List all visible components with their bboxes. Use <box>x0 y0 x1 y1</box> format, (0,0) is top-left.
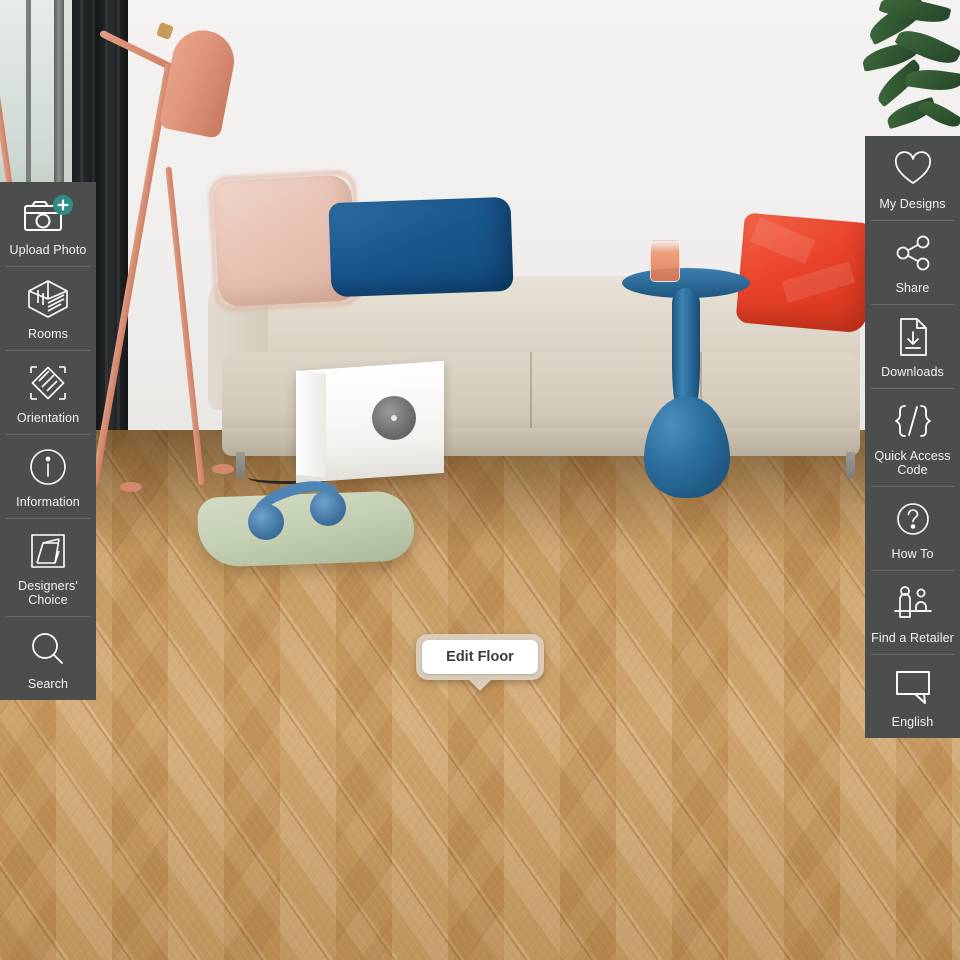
sidebar-item-label: Find a Retailer <box>871 631 954 645</box>
sidebar-item-language[interactable]: English <box>865 654 960 738</box>
code-braces-icon <box>889 399 937 443</box>
sofa-seam <box>530 352 532 436</box>
room-photo-canvas[interactable] <box>0 0 960 960</box>
house-plant <box>860 0 960 150</box>
juice-glass <box>650 240 680 282</box>
record-sleeve-flap <box>296 370 326 478</box>
sidebar-item-information[interactable]: Information <box>0 434 96 518</box>
sidebar-item-label: Quick Access Code <box>874 449 951 477</box>
sidebar-item-label: Search <box>27 677 69 691</box>
edit-floor-callout: Edit Floor <box>416 634 544 691</box>
sidebar-item-label: Downloads <box>881 365 944 379</box>
sidebar-item-label: Information <box>16 495 80 509</box>
retail-counter-icon <box>889 581 937 625</box>
sidebar-item-label: Share <box>895 281 930 295</box>
pillow-blue <box>328 196 514 298</box>
download-document-icon <box>893 315 933 359</box>
info-circle-icon <box>27 445 69 489</box>
designers-choice-icon <box>27 529 69 573</box>
sofa-leg <box>236 452 245 478</box>
lamp-foot <box>212 464 234 474</box>
floor-herringbone-pattern <box>0 430 960 960</box>
sofa-leg <box>846 452 855 478</box>
sidebar-item-how-to[interactable]: How To <box>865 486 960 570</box>
app-root: Upload Photo Rooms Orientation Informati… <box>0 0 960 960</box>
left-toolbar: Upload Photo Rooms Orientation Informati… <box>0 182 96 700</box>
sidebar-item-rooms[interactable]: Rooms <box>0 266 96 350</box>
sidebar-item-search[interactable]: Search <box>0 616 96 700</box>
callout-pointer <box>469 680 491 691</box>
sidebar-item-label: Orientation <box>16 411 80 425</box>
sidebar-item-label: Rooms <box>27 327 69 341</box>
sidebar-item-upload-photo[interactable]: Upload Photo <box>0 182 96 266</box>
sidebar-item-designers-choice[interactable]: Designers' Choice <box>0 518 96 616</box>
sidebar-item-orientation[interactable]: Orientation <box>0 350 96 434</box>
sidebar-item-label: English <box>891 715 934 729</box>
right-toolbar: My Designs Share Downloads Quick Access … <box>865 136 960 738</box>
room-box-icon <box>26 277 70 321</box>
pillow-red <box>735 212 875 334</box>
sidebar-item-downloads[interactable]: Downloads <box>865 304 960 388</box>
lamp-foot <box>120 482 142 492</box>
search-icon <box>27 627 69 671</box>
camera-plus-icon <box>21 193 75 237</box>
sidebar-item-label: Designers' Choice <box>18 579 78 607</box>
headphones-earcup <box>310 490 346 526</box>
headphones-earcup <box>248 504 284 540</box>
edit-floor-button[interactable]: Edit Floor <box>422 640 538 674</box>
orientation-icon <box>25 361 71 405</box>
sidebar-item-label: Upload Photo <box>9 243 87 257</box>
speech-bubble-icon <box>889 665 937 709</box>
sidebar-item-find-a-retailer[interactable]: Find a Retailer <box>865 570 960 654</box>
sidebar-item-quick-access-code[interactable]: Quick Access Code <box>865 388 960 486</box>
edit-floor-frame: Edit Floor <box>416 634 544 691</box>
share-nodes-icon <box>891 231 935 275</box>
vinyl-record <box>372 396 416 440</box>
floor-surface[interactable] <box>0 430 960 960</box>
sidebar-item-share[interactable]: Share <box>865 220 960 304</box>
question-circle-icon <box>892 497 934 541</box>
sidebar-item-my-designs[interactable]: My Designs <box>865 136 960 220</box>
sidebar-item-label: How To <box>891 547 934 561</box>
sidebar-item-label: My Designs <box>879 197 946 211</box>
heart-icon <box>891 147 935 191</box>
